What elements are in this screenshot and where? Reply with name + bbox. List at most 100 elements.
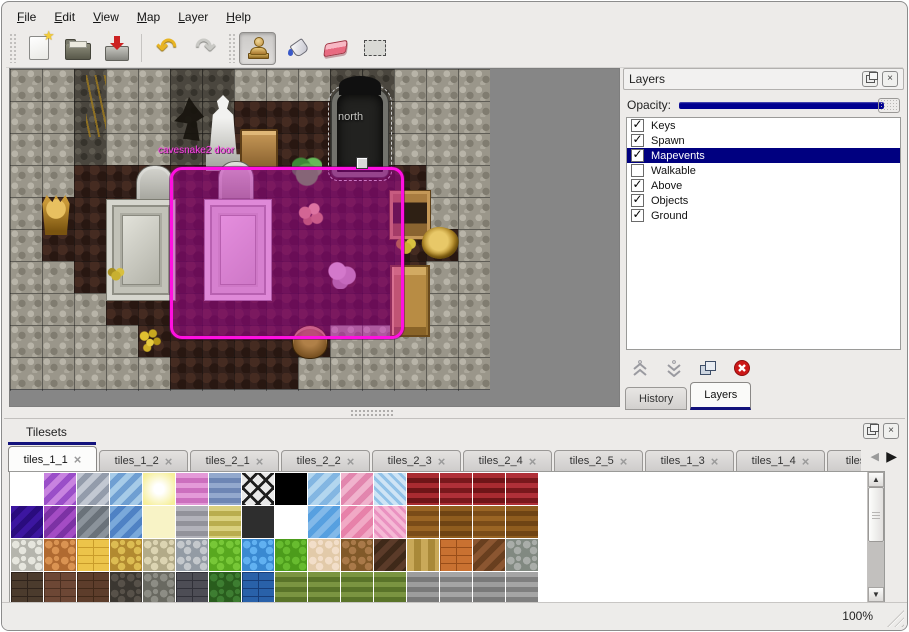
tileset-tile[interactable]	[44, 473, 76, 505]
tileset-tab-tiles_1_4[interactable]: tiles_1_4×	[736, 450, 825, 472]
float-panel-button[interactable]	[862, 71, 878, 87]
tileset-tile[interactable]	[308, 473, 340, 505]
tab-layers[interactable]: Layers	[690, 382, 751, 410]
tileset-tile[interactable]	[11, 506, 43, 538]
tileset-tile[interactable]	[506, 506, 538, 538]
tileset-tile[interactable]	[209, 473, 241, 505]
tileset-tile[interactable]	[242, 473, 274, 505]
map-tile[interactable]	[42, 293, 74, 325]
map-event-selection[interactable]	[170, 167, 404, 339]
move-layer-down-button[interactable]	[663, 357, 685, 379]
layer-row-ground[interactable]: ✓Ground	[627, 208, 900, 223]
tileset-tile[interactable]	[506, 539, 538, 571]
layer-row-mapevents[interactable]: ✓Mapevents	[627, 148, 900, 163]
toolbar-drag-handle[interactable]	[9, 33, 16, 63]
tileset-tile[interactable]	[77, 539, 109, 571]
map-tile[interactable]	[458, 229, 490, 261]
map-tile[interactable]	[10, 261, 42, 293]
altar[interactable]	[106, 199, 176, 301]
tileset-tile[interactable]	[44, 506, 76, 538]
map-tile[interactable]	[298, 357, 330, 389]
tab-history[interactable]: History	[625, 387, 687, 410]
tileset-tile[interactable]	[143, 506, 175, 538]
map-tile[interactable]	[42, 69, 74, 101]
map-tile[interactable]	[458, 165, 490, 197]
tileset-tile[interactable]	[110, 506, 142, 538]
tileset-tile[interactable]	[242, 539, 274, 571]
tileset-tile[interactable]	[473, 539, 505, 571]
map-tile[interactable]	[42, 357, 74, 389]
tileset-tile[interactable]	[374, 539, 406, 571]
map-tile[interactable]	[426, 293, 458, 325]
tileset-tile[interactable]	[77, 572, 109, 603]
map-tile[interactable]	[458, 325, 490, 357]
map-tile[interactable]	[74, 357, 106, 389]
layer-visibility-checkbox[interactable]: ✓	[631, 119, 644, 132]
map-tile[interactable]	[106, 69, 138, 101]
map-tile[interactable]	[234, 69, 266, 101]
map-tile[interactable]	[74, 197, 106, 229]
tileset-tab-tiles_2_2[interactable]: tiles_2_2×	[281, 450, 370, 472]
map-tile[interactable]	[42, 261, 74, 293]
tileset-tile[interactable]	[374, 473, 406, 505]
tileset-tile[interactable]	[440, 572, 472, 603]
opacity-slider-handle[interactable]	[878, 98, 900, 113]
map-tile[interactable]	[106, 165, 138, 197]
menu-map[interactable]: Map	[128, 7, 169, 27]
map-tile[interactable]	[106, 133, 138, 165]
map-tile[interactable]	[426, 197, 458, 229]
map-tile[interactable]	[138, 357, 170, 389]
close-tab-icon[interactable]: ×	[347, 455, 355, 468]
float-panel-button[interactable]	[863, 423, 879, 439]
map-tile[interactable]	[202, 69, 234, 101]
tileset-tile[interactable]	[407, 539, 439, 571]
map-canvas[interactable]: northcavesnake2 door	[9, 68, 620, 407]
scroll-down-button[interactable]: ▼	[868, 587, 884, 602]
tileset-tile[interactable]	[110, 539, 142, 571]
map-tile[interactable]	[362, 357, 394, 389]
tileset-tile[interactable]	[473, 572, 505, 603]
tileset-tile[interactable]	[143, 572, 175, 603]
tileset-tile[interactable]	[209, 539, 241, 571]
map-tile[interactable]	[10, 101, 42, 133]
tileset-tile[interactable]	[176, 506, 208, 538]
map-tile[interactable]	[394, 133, 426, 165]
map-tile[interactable]	[74, 293, 106, 325]
tileset-tile[interactable]	[11, 572, 43, 603]
map-tile[interactable]	[458, 293, 490, 325]
map-tile[interactable]	[330, 357, 362, 389]
tileset-tile[interactable]	[308, 506, 340, 538]
tileset-tab-tiles_2_5[interactable]: tiles_2_5×	[554, 450, 643, 472]
tileset-tile[interactable]	[209, 572, 241, 603]
tileset-tile[interactable]	[341, 539, 373, 571]
map-tile[interactable]	[394, 101, 426, 133]
map-tile[interactable]	[170, 69, 202, 101]
close-panel-button[interactable]: ×	[883, 423, 899, 439]
map-tile[interactable]	[106, 357, 138, 389]
branches[interactable]	[86, 75, 106, 137]
tileset-tile[interactable]	[275, 506, 307, 538]
tileset-tile[interactable]	[275, 572, 307, 603]
map-tile[interactable]	[458, 197, 490, 229]
scroll-tabs-left-button[interactable]: ◀	[871, 450, 879, 463]
close-panel-button[interactable]: ×	[882, 71, 898, 87]
tileset-tile[interactable]	[44, 539, 76, 571]
map-tile[interactable]	[426, 69, 458, 101]
map-tile[interactable]	[394, 357, 426, 389]
map-tile[interactable]	[458, 101, 490, 133]
undo-button[interactable]: ↶	[148, 32, 185, 65]
map-tile[interactable]	[74, 261, 106, 293]
tileset-tile[interactable]	[407, 473, 439, 505]
close-tab-icon[interactable]: ×	[74, 453, 82, 466]
resize-grip[interactable]	[887, 610, 904, 627]
event-handle[interactable]	[356, 157, 368, 169]
plant-yellow[interactable]	[106, 265, 126, 283]
map-tile[interactable]	[458, 133, 490, 165]
close-tab-icon[interactable]: ×	[165, 455, 173, 468]
scroll-up-button[interactable]: ▲	[868, 472, 884, 487]
tileset-tab-tiles_2_4[interactable]: tiles_2_4×	[463, 450, 552, 472]
map-tile[interactable]	[10, 229, 42, 261]
map-tile[interactable]	[10, 325, 42, 357]
scrollbar-track[interactable]	[868, 542, 884, 587]
tileset-tab-tiles_2_1[interactable]: tiles_2_1×	[190, 450, 279, 472]
